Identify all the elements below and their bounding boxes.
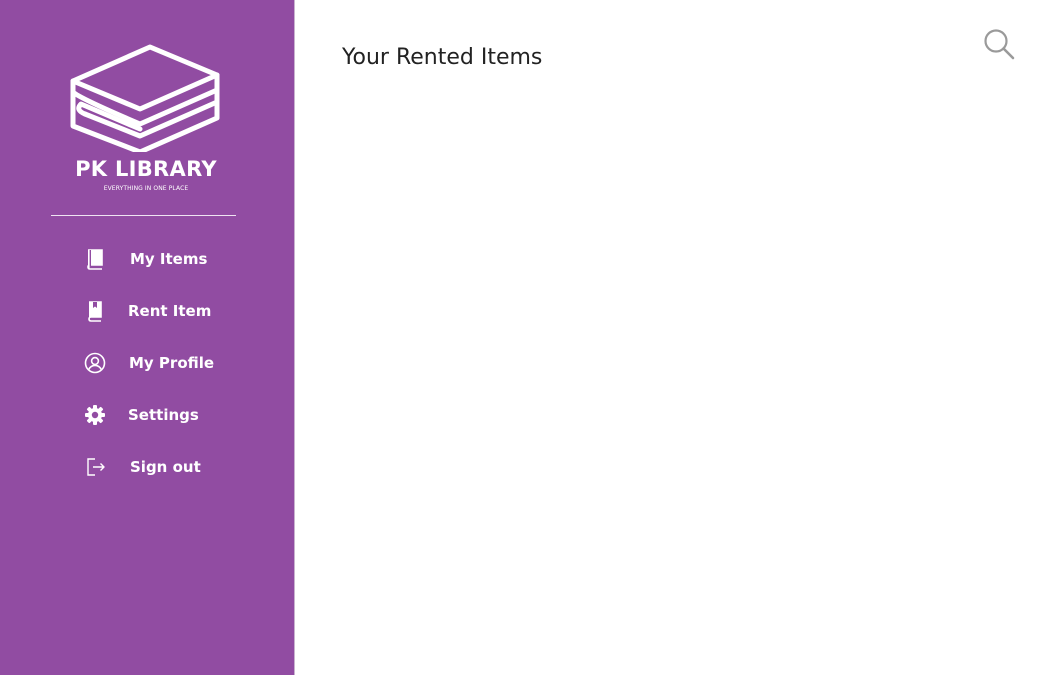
sidebar: PK LIBRARY EVERYTHING IN ONE PLACE My It… [0, 0, 294, 675]
sidebar-item-sign-out[interactable]: Sign out [0, 441, 294, 493]
user-circle-icon [84, 352, 106, 374]
page-title: Your Rented Items [342, 45, 543, 70]
sidebar-item-my-profile[interactable]: My Profile [0, 337, 294, 389]
sidebar-item-label: My Items [130, 250, 208, 268]
gear-icon [84, 404, 106, 426]
sign-out-icon [84, 456, 106, 478]
brand-logo: PK LIBRARY EVERYTHING IN ONE PLACE [0, 40, 294, 200]
sidebar-nav: My Items Rent Item My Profile Settings S… [0, 233, 294, 493]
sidebar-item-label: My Profile [129, 354, 215, 372]
sidebar-item-settings[interactable]: Settings [0, 389, 294, 441]
sidebar-item-label: Rent Item [128, 302, 212, 320]
main-content: Your Rented Items [295, 0, 1050, 675]
book-icon [84, 248, 106, 270]
sidebar-item-my-items[interactable]: My Items [0, 233, 294, 285]
brand-tagline: EVERYTHING IN ONE PLACE [103, 185, 189, 192]
sidebar-item-label: Settings [128, 406, 199, 424]
search-icon [984, 29, 1015, 60]
sidebar-divider [51, 215, 236, 216]
stacked-books-icon [70, 44, 220, 152]
sidebar-item-label: Sign out [130, 458, 201, 476]
sidebar-item-rent-item[interactable]: Rent Item [0, 285, 294, 337]
app-window: PK LIBRARY EVERYTHING IN ONE PLACE My It… [0, 0, 1050, 675]
search-button[interactable] [982, 27, 1016, 61]
bookmark-book-icon [84, 300, 106, 322]
brand-name: PK LIBRARY [75, 157, 217, 181]
